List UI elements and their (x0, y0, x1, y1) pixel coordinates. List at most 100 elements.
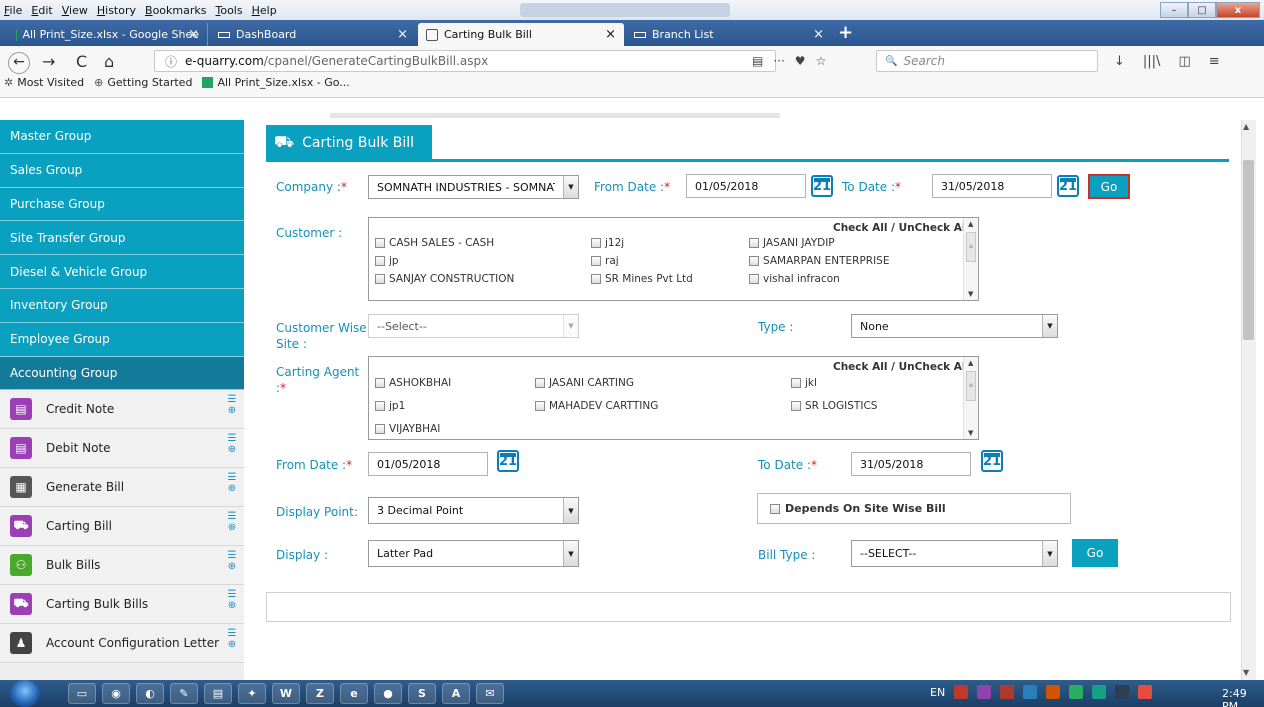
tray-icon[interactable] (954, 685, 969, 699)
reload-button[interactable]: C (76, 52, 87, 71)
tool-icon[interactable]: ✦ (238, 683, 266, 704)
agent-checkbox[interactable]: SR LOGISTICS (791, 400, 877, 412)
list-scrollbar[interactable]: ▲ ≡ ▼ (963, 357, 978, 439)
customer-checkbox[interactable]: SAMARPAN ENTERPRISE (749, 255, 889, 267)
bookmark-getting-started[interactable]: ⊕ Getting Started (94, 76, 192, 89)
customer-checkbox[interactable]: jp (375, 255, 399, 267)
volume-icon[interactable] (1046, 685, 1061, 699)
customer-checkbox[interactable]: CASH SALES - CASH (375, 237, 494, 249)
agent-checkbox[interactable]: JASANI CARTING (535, 377, 634, 389)
chrome-icon[interactable]: ◉ (102, 683, 130, 704)
sidebar-item-bulk-bills[interactable]: ⚇ Bulk Bills ☰ ⊕ (0, 546, 244, 586)
agent-checkbox[interactable]: MAHADEV CARTTING (535, 400, 658, 412)
sidebar-item-debit-note[interactable]: ▤ Debit Note ☰ ⊕ (0, 429, 244, 469)
tray-icon[interactable] (1138, 685, 1153, 699)
tray-icon[interactable] (1092, 685, 1107, 699)
firefox-icon[interactable]: ◐ (136, 683, 164, 704)
tab-dashboard[interactable]: DashBoard × (210, 23, 416, 46)
customer-checkbox[interactable]: SR Mines Pvt Ltd (591, 273, 693, 285)
arrow-up-icon[interactable]: ▲ (1243, 122, 1249, 131)
pocket-icon[interactable]: ♥ (795, 54, 806, 68)
clock[interactable]: 2:49 PM (1222, 687, 1264, 707)
to-date-2-input[interactable]: 31/05/2018 (851, 452, 971, 476)
carting-agent-list[interactable]: Check All / UnCheck All ASHOKBHAI JASANI… (368, 356, 979, 440)
word-icon[interactable]: W (272, 683, 300, 704)
arrow-down-icon[interactable]: ▼ (968, 290, 973, 298)
customer-list[interactable]: Check All / UnCheck All CASH SALES - CAS… (368, 217, 979, 301)
minimize-button[interactable]: – (1160, 2, 1188, 18)
reader-view-icon[interactable]: ▤ (752, 54, 763, 68)
sidebar-group-inventory[interactable]: Inventory Group (0, 288, 244, 323)
menu-view[interactable]: View (62, 4, 88, 17)
from-date-2-input[interactable]: 01/05/2018 (368, 452, 488, 476)
new-tab-button[interactable]: + (838, 22, 853, 43)
list-add-icon[interactable]: ☰ ⊕ (226, 550, 238, 572)
sidebar-group-purchase[interactable]: Purchase Group (0, 187, 244, 222)
page-scroll-thumb[interactable] (1243, 160, 1254, 340)
sidebar-group-accounting[interactable]: Accounting Group (0, 356, 244, 391)
agent-checkbox[interactable]: ASHOKBHAI (375, 377, 451, 389)
agent-checkbox[interactable]: VIJAYBHAI (375, 423, 440, 435)
calendar-icon[interactable]: 21 (811, 175, 833, 197)
url-bar[interactable]: ⓘ e-quarry.com /cpanel/GenerateCartingBu… (154, 50, 776, 72)
messenger-icon[interactable]: ✉ (476, 683, 504, 704)
customer-site-select[interactable]: --Select-- ▼ (368, 314, 579, 338)
page-actions-icon[interactable]: ··· (773, 54, 784, 68)
go-generate-button[interactable]: Go (1072, 539, 1118, 567)
display-select[interactable]: Latter Pad ▼ (368, 540, 579, 567)
list-add-icon[interactable]: ☰ ⊕ (226, 472, 238, 494)
calendar-icon[interactable]: 21 (497, 450, 519, 472)
calendar-icon[interactable]: 21 (1057, 175, 1079, 197)
close-window-button[interactable]: x (1216, 2, 1260, 18)
type-select[interactable]: None ▼ (851, 314, 1058, 338)
library-icon[interactable]: |||\ (1143, 54, 1161, 69)
filezilla-icon[interactable]: Z (306, 683, 334, 704)
sidebar-group-master[interactable]: Master Group (0, 120, 244, 154)
list-add-icon[interactable]: ☰ ⊕ (226, 628, 238, 650)
company-select[interactable]: SOMNATH INDUSTRIES - SOMNAT ▼ (368, 175, 579, 199)
skype-icon[interactable]: S (408, 683, 436, 704)
close-icon[interactable]: × (813, 27, 824, 42)
forward-button[interactable]: → (42, 52, 55, 71)
anydesk-icon[interactable]: A (442, 683, 470, 704)
sidebar-group-site-transfer[interactable]: Site Transfer Group (0, 221, 244, 256)
arrow-up-icon[interactable]: ▲ (968, 220, 973, 228)
record-icon[interactable]: ● (374, 683, 402, 704)
scroll-thumb[interactable]: ≡ (966, 232, 976, 262)
check-all-link[interactable]: Check All / UnCheck All (833, 222, 969, 234)
sidebar-group-sales[interactable]: Sales Group (0, 153, 244, 188)
sidebar-item-carting-bill[interactable]: ⛟ Carting Bill ☰ ⊕ (0, 507, 244, 547)
sidebar-group-diesel-vehicle[interactable]: Diesel & Vehicle Group (0, 255, 244, 289)
tab-branch-list[interactable]: Branch List × (626, 23, 832, 46)
agent-checkbox[interactable]: jkl (791, 377, 817, 389)
arrow-down-icon[interactable]: ▼ (968, 429, 973, 437)
close-icon[interactable]: × (397, 27, 408, 42)
customer-checkbox[interactable]: raj (591, 255, 619, 267)
sidebar-icon[interactable]: ◫ (1178, 54, 1190, 69)
download-icon[interactable]: ↓ (1114, 54, 1125, 69)
customer-checkbox[interactable]: vishal infracon (749, 273, 840, 285)
sidebar-item-account-config-letter[interactable]: ♟ Account Configuration Letter ☰ ⊕ (0, 624, 244, 664)
check-all-link[interactable]: Check All / UnCheck All (833, 361, 969, 373)
explorer-icon[interactable]: ▭ (68, 683, 96, 704)
language-indicator[interactable]: EN (930, 686, 945, 699)
bookmark-star-icon[interactable]: ☆ (816, 54, 827, 68)
back-button[interactable]: ← (8, 52, 30, 74)
close-icon[interactable]: × (188, 27, 199, 42)
from-date-input[interactable]: 01/05/2018 (686, 174, 806, 198)
menu-tools[interactable]: Tools (215, 4, 242, 17)
close-icon[interactable]: × (605, 27, 616, 42)
home-button[interactable]: ⌂ (104, 52, 114, 71)
tab-google-sheet[interactable]: All Print_Size.xlsx - Google Shee × (8, 23, 208, 46)
list-add-icon[interactable]: ☰ ⊕ (226, 433, 238, 455)
bookmark-most-visited[interactable]: ✲ Most Visited (4, 76, 84, 89)
depends-site-wise-checkbox[interactable]: Depends On Site Wise Bill (757, 493, 1071, 524)
bookmark-print-size[interactable]: All Print_Size.xlsx - Go... (202, 76, 350, 89)
customer-checkbox[interactable]: j12j (591, 237, 624, 249)
list-add-icon[interactable]: ☰ ⊕ (226, 589, 238, 611)
to-date-input[interactable]: 31/05/2018 (932, 174, 1052, 198)
menu-bookmarks[interactable]: Bookmarks (145, 4, 206, 17)
bill-type-select[interactable]: --SELECT-- ▼ (851, 540, 1058, 567)
sidebar-item-carting-bulk-bills[interactable]: ⛟ Carting Bulk Bills ☰ ⊕ (0, 585, 244, 625)
list-add-icon[interactable]: ☰ ⊕ (226, 511, 238, 533)
